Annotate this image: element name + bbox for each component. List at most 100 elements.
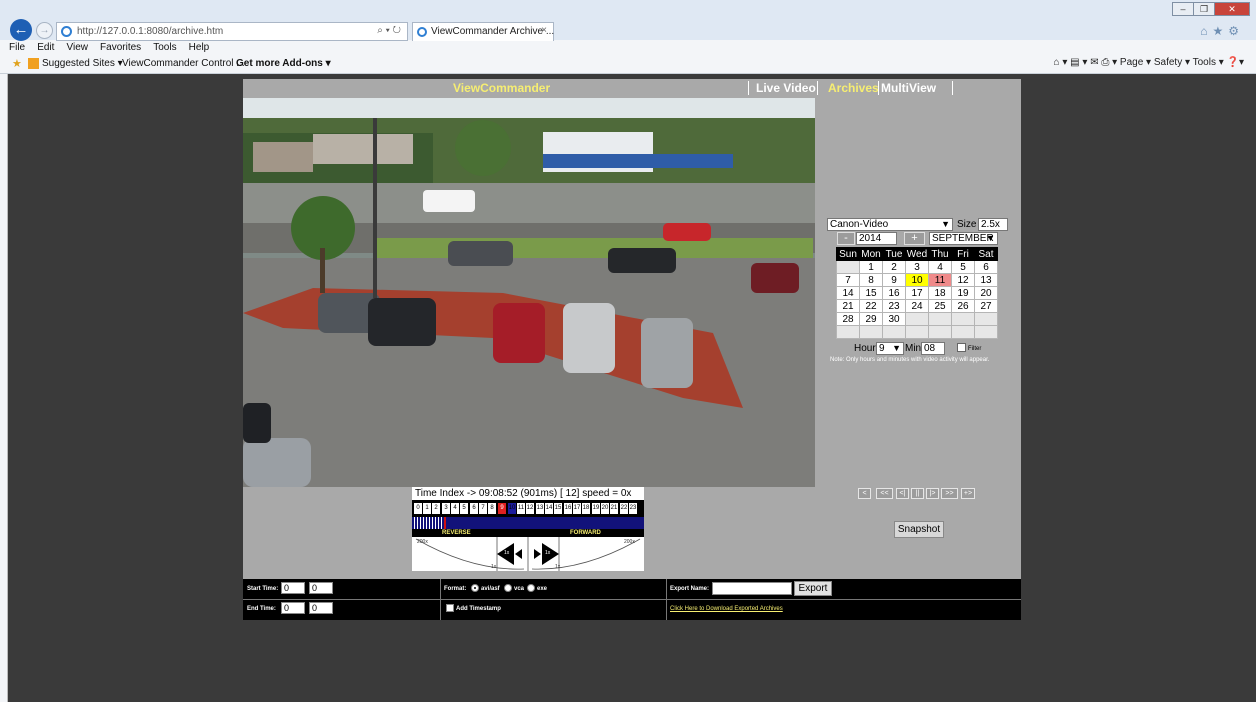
calendar-day[interactable]: 14 — [836, 286, 860, 300]
calendar-day[interactable]: 24 — [905, 299, 929, 313]
hour-cell[interactable]: 3 — [442, 503, 450, 514]
calendar-day[interactable]: 2 — [882, 260, 906, 274]
menu-help[interactable]: Help — [189, 40, 210, 55]
hour-cell[interactable]: 5 — [460, 503, 468, 514]
calendar-day[interactable]: 17 — [905, 286, 929, 300]
calendar-day[interactable]: 7 — [836, 273, 860, 287]
calendar-day[interactable]: 25 — [928, 299, 952, 313]
calendar-day[interactable]: 3 — [905, 260, 929, 274]
search-refresh-icons[interactable]: ⌕ ▾ ↻ — [377, 25, 401, 36]
hour-cell[interactable]: 17 — [573, 503, 581, 514]
hour-cell[interactable]: 13 — [536, 503, 544, 514]
menu-tools[interactable]: Tools — [153, 40, 176, 55]
fav-get-more-addons[interactable]: Get more Add-ons ▾ — [236, 58, 331, 69]
step-back-button[interactable]: < — [858, 488, 871, 499]
month-select[interactable]: SEPTEMBER ▼ — [929, 232, 998, 245]
year-input[interactable]: 2014 — [856, 232, 897, 245]
hour-cell[interactable]: 0 — [414, 503, 422, 514]
calendar-day[interactable]: 12 — [951, 273, 975, 287]
hour-cell[interactable]: 4 — [451, 503, 459, 514]
calendar-day[interactable]: 26 — [951, 299, 975, 313]
calendar-day[interactable]: 15 — [859, 286, 883, 300]
menu-edit[interactable]: Edit — [37, 40, 54, 55]
menu-view[interactable]: View — [66, 40, 88, 55]
reverse-button[interactable]: <| — [896, 488, 909, 499]
end-hour-select[interactable]: 0 — [281, 602, 305, 614]
address-bar[interactable]: http://127.0.0.1:8080/archive.htm ⌕ ▾ ↻ — [56, 22, 408, 41]
hour-cell[interactable]: 18 — [582, 503, 590, 514]
calendar-day[interactable]: 8 — [859, 273, 883, 287]
hour-cell[interactable]: 11 — [517, 503, 525, 514]
hour-cell[interactable]: 15 — [554, 503, 562, 514]
camera-select[interactable]: Canon-Video ▼ — [827, 218, 953, 231]
hour-cell[interactable]: 22 — [620, 503, 628, 514]
export-name-input[interactable] — [712, 582, 792, 595]
forward-button[interactable]: → — [36, 22, 53, 39]
format-avi-radio[interactable] — [471, 584, 479, 592]
hour-cell[interactable]: 16 — [564, 503, 572, 514]
pause-button[interactable]: || — [911, 488, 924, 499]
fast-reverse-button[interactable]: << — [876, 488, 893, 499]
tab-close-icon[interactable]: × — [541, 25, 547, 36]
calendar-day-selected[interactable]: 11 — [928, 273, 952, 287]
export-button[interactable]: Export — [794, 581, 832, 596]
calendar-day[interactable]: 28 — [836, 312, 860, 326]
calendar-day[interactable]: 5 — [951, 260, 975, 274]
command-bar[interactable]: ⌂ ▾ ▤ ▾ ✉ ⎙ ▾ Page ▾ Safety ▾ Tools ▾ ❓▾ — [1054, 57, 1244, 68]
tab-title[interactable]: ViewCommander Archive ... — [431, 26, 554, 37]
step-forward-button[interactable]: +> — [961, 488, 975, 499]
nav-live-video[interactable]: Live Video — [756, 81, 816, 95]
year-decrement-button[interactable]: - — [837, 232, 855, 245]
snapshot-button[interactable]: Snapshot — [894, 521, 944, 538]
minimize-button[interactable]: – — [1172, 2, 1194, 16]
calendar-day[interactable]: 13 — [974, 273, 998, 287]
favorites-star-icon[interactable]: ★ — [12, 57, 22, 70]
calendar-day[interactable]: 29 — [859, 312, 883, 326]
minute-activity-bar[interactable] — [412, 516, 644, 529]
calendar-day[interactable]: 23 — [882, 299, 906, 313]
browser-tab[interactable]: ViewCommander Archive ... × — [412, 22, 554, 41]
hour-cell[interactable]: 10 — [508, 503, 516, 514]
hour-cell[interactable]: 14 — [545, 503, 553, 514]
format-exe-radio[interactable] — [527, 584, 535, 592]
camera-video-frame[interactable] — [243, 98, 815, 487]
hour-cell[interactable]: 1 — [423, 503, 431, 514]
home-favorites-settings-icons[interactable]: ⌂★⚙ — [1200, 24, 1244, 38]
calendar-day[interactable]: 21 — [836, 299, 860, 313]
hour-cell[interactable]: 20 — [601, 503, 609, 514]
calendar-day[interactable]: 20 — [974, 286, 998, 300]
year-increment-button[interactable]: + — [904, 232, 925, 245]
calendar-day[interactable]: 16 — [882, 286, 906, 300]
hour-cell[interactable]: 19 — [592, 503, 600, 514]
calendar-day[interactable]: 6 — [974, 260, 998, 274]
maximize-button[interactable]: ❐ — [1193, 2, 1215, 16]
play-button[interactable]: |> — [926, 488, 939, 499]
close-window-button[interactable]: ✕ — [1214, 2, 1250, 16]
menu-favorites[interactable]: Favorites — [100, 40, 141, 55]
hour-cell[interactable]: 7 — [479, 503, 487, 514]
end-minute-select[interactable]: 0 — [309, 602, 333, 614]
calendar-day[interactable]: 4 — [928, 260, 952, 274]
format-vca-radio[interactable] — [504, 584, 512, 592]
fav-suggested-sites[interactable]: Suggested Sites ▾ — [42, 58, 123, 69]
calendar-day-active[interactable]: 10 — [905, 273, 929, 287]
hour-cell[interactable]: 23 — [629, 503, 637, 514]
hour-cell[interactable]: 6 — [470, 503, 478, 514]
nav-archives[interactable]: Archives — [828, 81, 879, 95]
fav-viewcommander-control[interactable]: ViewCommander Control ... — [122, 58, 245, 69]
calendar-day[interactable]: 27 — [974, 299, 998, 313]
hour-cell[interactable]: 12 — [526, 503, 534, 514]
size-select[interactable]: 2.5x — [978, 218, 1008, 231]
calendar-day[interactable]: 9 — [882, 273, 906, 287]
speed-dial[interactable]: 200x 200x 1x 1x 1x 1x — [412, 537, 644, 571]
start-hour-select[interactable]: 0 — [281, 582, 305, 594]
minute-select[interactable]: 08 — [921, 342, 945, 355]
hour-cell-selected[interactable]: 9 — [498, 503, 506, 514]
download-exported-link[interactable]: Click Here to Download Exported Archives — [670, 606, 783, 612]
calendar-day[interactable]: 1 — [859, 260, 883, 274]
nav-multiview[interactable]: MultiView — [881, 81, 936, 95]
calendar-day[interactable]: 19 — [951, 286, 975, 300]
address-url[interactable]: http://127.0.0.1:8080/archive.htm — [77, 26, 223, 37]
calendar-day[interactable]: 18 — [928, 286, 952, 300]
back-button[interactable]: ← — [10, 19, 32, 41]
